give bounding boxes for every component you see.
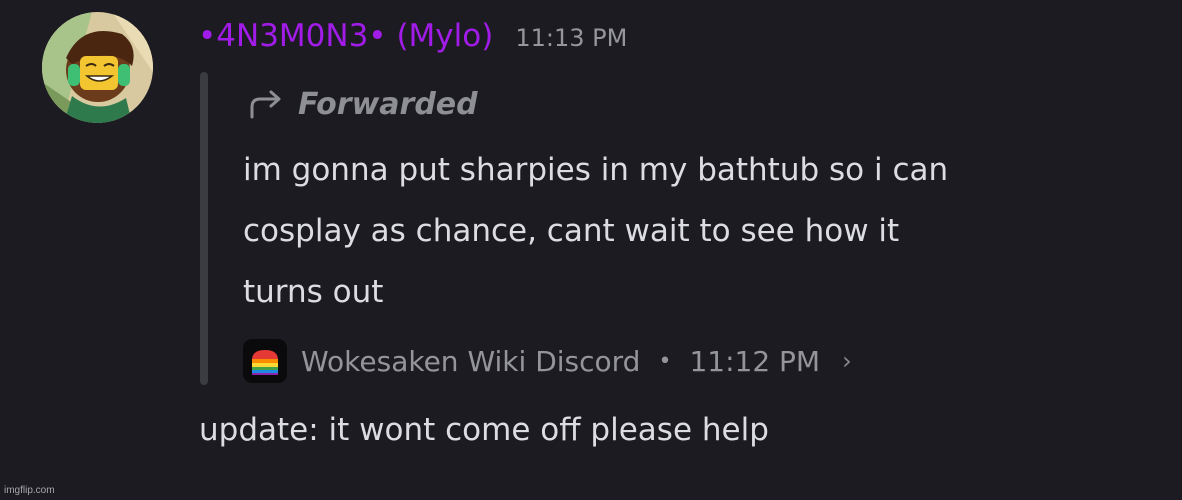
chevron-right-icon: › [842, 347, 852, 375]
forwarded-message: im gonna put sharpies in my bathtub so i… [243, 140, 1143, 323]
message-timestamp[interactable]: 11:13 PM [515, 24, 627, 52]
separator-dot: • [658, 348, 672, 374]
message-content: update: it wont come off please help [199, 412, 769, 448]
forward-source-link[interactable]: Wokesaken Wiki Discord • 11:12 PM › [243, 338, 852, 384]
source-time: 11:12 PM [689, 344, 821, 378]
watermark: imgflip.com [4, 485, 55, 496]
user-avatar[interactable] [42, 12, 153, 123]
avatar-image [42, 12, 153, 123]
forwarded-label: Forwarded [246, 82, 478, 126]
server-icon-graphic [252, 350, 278, 375]
forwarded-text: Forwarded [298, 86, 478, 122]
author-name[interactable]: •4N3M0N3• (Mylo) [198, 18, 493, 54]
forwarded-line: turns out [243, 274, 384, 310]
forwarded-line: im gonna put sharpies in my bathtub so i… [243, 152, 949, 188]
forward-quote-bar [200, 72, 208, 385]
forward-arrow-icon [250, 90, 281, 119]
forwarded-line: cosplay as chance, cant wait to see how … [243, 213, 900, 249]
server-name: Wokesaken Wiki Discord [301, 344, 641, 378]
server-icon [243, 339, 287, 383]
message-header: •4N3M0N3• (Mylo) 11:13 PM [198, 18, 627, 62]
